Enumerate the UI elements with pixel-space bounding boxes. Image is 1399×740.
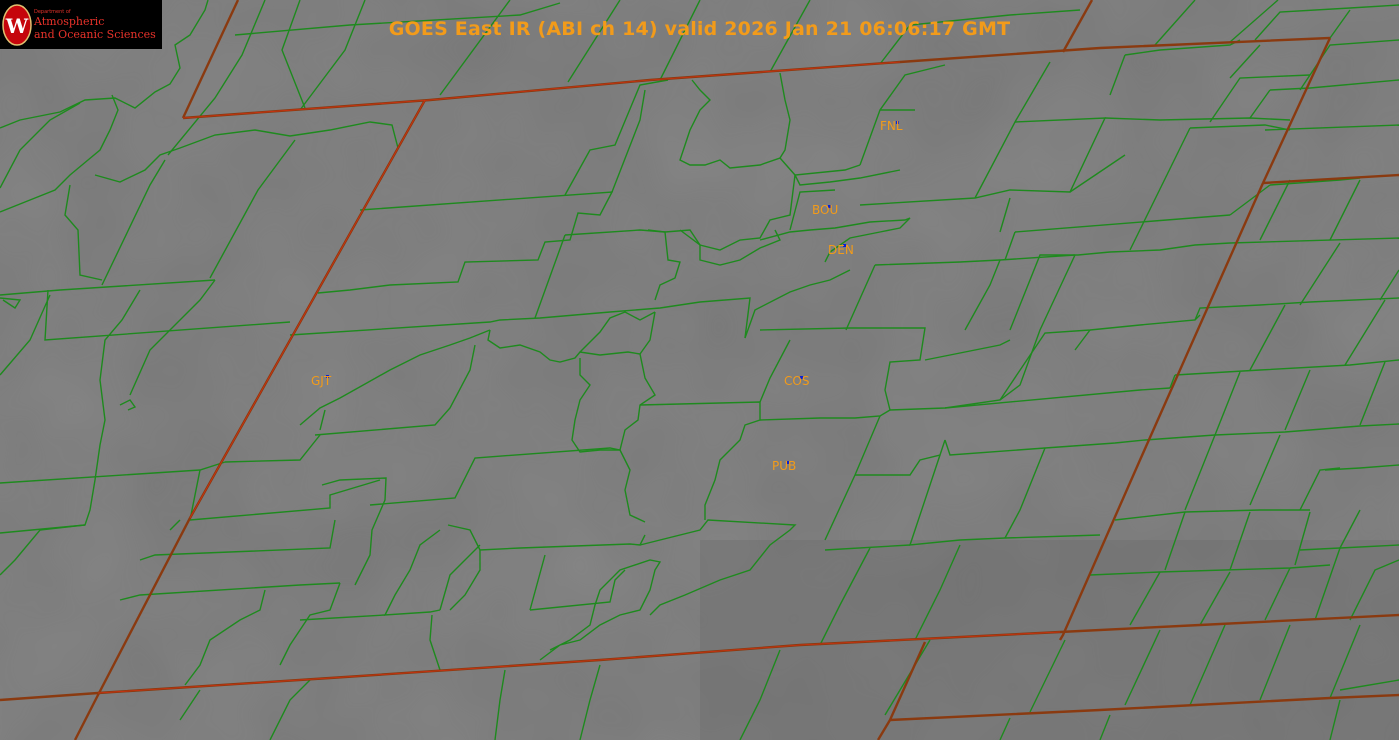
station-label-bou: BOU: [812, 203, 839, 217]
map-title: GOES East IR (ABI ch 14) valid 2026 Jan …: [388, 18, 1011, 40]
station-label-den: DEN: [828, 243, 854, 257]
crest-icon: W: [2, 4, 32, 46]
station-label-gjt: GJT: [311, 374, 332, 388]
university-logo: W Department of Atmospheric and Oceanic …: [0, 0, 162, 49]
logo-line2: and Oceanic Sciences: [34, 28, 156, 41]
station-label-fnl: FNL: [880, 119, 903, 133]
dark-region-east: [700, 540, 1399, 740]
svg-text:W: W: [5, 14, 29, 38]
ir-satellite-map: [0, 0, 1399, 740]
logo-line1: Atmospheric: [34, 15, 105, 28]
station-label-pub: PUB: [772, 459, 797, 473]
station-label-cos: COS: [784, 374, 810, 388]
